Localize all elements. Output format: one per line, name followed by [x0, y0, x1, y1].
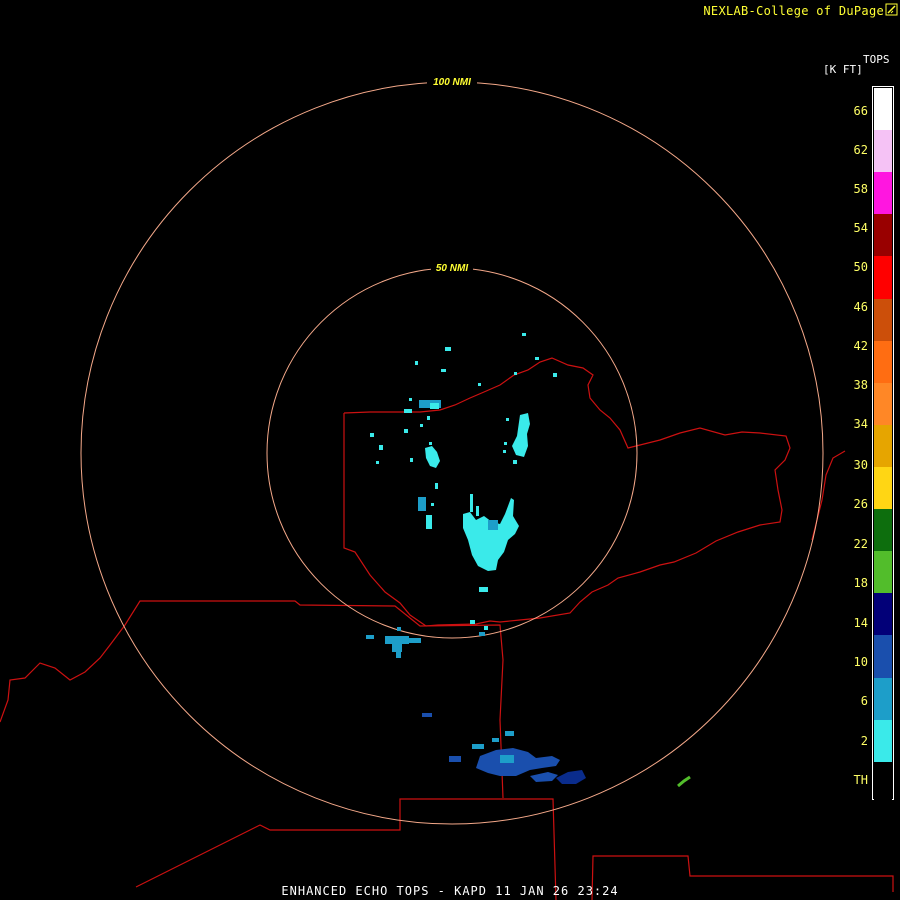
- echo-n-dot-8: [478, 383, 481, 386]
- legend-label-54: 54: [853, 221, 868, 235]
- legend-swatch-46: [874, 298, 892, 341]
- legend-label-22: 22: [853, 537, 868, 551]
- echo-sw-cluster-1: [366, 635, 374, 639]
- echo-nw-dot-7: [379, 445, 383, 450]
- echo-main-streak-2: [476, 506, 479, 516]
- echo-n-dot-7: [553, 373, 557, 377]
- echo-sw-cluster-7: [479, 632, 485, 636]
- legend-units: [K FT]: [823, 63, 863, 76]
- legend-swatch-18: [874, 593, 892, 636]
- legend-label-2: 2: [860, 734, 868, 748]
- echo-sw-cluster-9: [484, 626, 488, 630]
- legend-swatch-22: [874, 551, 892, 594]
- echo-south-dot-a: [422, 713, 432, 717]
- legend-swatch-62: [874, 130, 892, 173]
- legend-label-34: 34: [853, 417, 868, 431]
- legend-label-46: 46: [853, 300, 868, 314]
- echo-south-dot-d: [472, 744, 484, 749]
- echo-south-dot-b: [505, 731, 514, 736]
- legend-label-30: 30: [853, 458, 868, 472]
- legend-label-18: 18: [853, 576, 868, 590]
- legend-label-66: 66: [853, 104, 868, 118]
- echo-center-dot-2: [503, 450, 506, 453]
- echo-n-dot-6: [514, 372, 517, 375]
- echo-n-dot-1: [445, 347, 451, 351]
- legend-swatch-6: [874, 719, 892, 762]
- credit-text: NEXLAB-College of DuPage: [703, 4, 884, 18]
- echo-west-cell: [418, 497, 426, 511]
- echo-south-inner: [500, 755, 514, 763]
- legend-label-6: 6: [860, 694, 868, 708]
- echo-nw-dot-8: [376, 461, 379, 464]
- echo-n-dot-3: [535, 357, 539, 360]
- echo-main-streak: [470, 494, 473, 512]
- echo-nw-dot-9: [410, 458, 413, 462]
- echo-nw-dot-6: [370, 433, 374, 437]
- legend-swatch-26: [874, 509, 892, 552]
- range-label-50-nmi: 50 NMI: [436, 263, 468, 274]
- legend-swatch-10: [874, 677, 892, 720]
- echo-n-dot-2: [522, 333, 526, 336]
- map-background: [0, 0, 900, 900]
- legend-swatch-58: [874, 172, 892, 215]
- legend-swatch-30: [874, 467, 892, 510]
- echo-northeast-dot-2: [504, 442, 507, 445]
- echo-nw-dot-1: [404, 409, 412, 413]
- echo-west-dot: [435, 483, 438, 489]
- legend-label-14: 14: [853, 616, 868, 630]
- echo-south-dot-e: [449, 756, 461, 762]
- legend-label-62: 62: [853, 143, 868, 157]
- legend-swatch-14: [874, 635, 892, 678]
- legend-colorbar: [872, 86, 894, 804]
- echo-n-dot-4: [415, 361, 418, 365]
- echo-south-dot-c: [492, 738, 499, 742]
- range-label-100-nmi: 100 NMI: [433, 77, 471, 88]
- echo-sw-cluster-8: [470, 620, 475, 624]
- echo-nw-dot-2: [409, 398, 412, 401]
- legend-label-38: 38: [853, 378, 868, 392]
- echo-nw-cluster-2: [430, 403, 439, 409]
- product-title: ENHANCED ECHO TOPS - KAPD 11 JAN 26 23:2…: [281, 884, 619, 898]
- echo-main-patch: [488, 520, 498, 530]
- echo-nw-dot-4: [420, 424, 423, 427]
- legend-swatch-54: [874, 214, 892, 257]
- echo-center-dot: [429, 442, 432, 445]
- echo-sw-cluster-2: [385, 636, 409, 644]
- legend-label-10: 10: [853, 655, 868, 669]
- echo-northeast-dot-3: [513, 460, 517, 464]
- echo-n-dot-5: [441, 369, 446, 372]
- echo-sw-cluster-4: [396, 652, 401, 658]
- legend-swatch-42: [874, 340, 892, 383]
- echo-sw-cluster-5: [397, 627, 401, 631]
- echo-nw-dot-3: [427, 416, 430, 420]
- legend-swatch-50: [874, 256, 892, 299]
- legend-title: TOPS: [863, 53, 890, 66]
- legend-swatch-66: [874, 88, 892, 131]
- echo-south-dot: [479, 587, 488, 592]
- echo-sw-cluster-3: [392, 644, 402, 652]
- legend-label-26: 26: [853, 497, 868, 511]
- legend-label-42: 42: [853, 339, 868, 353]
- legend-swatch-2: [874, 761, 892, 804]
- legend-label-th: TH: [853, 773, 868, 787]
- cod-logo-icon: [885, 3, 898, 16]
- legend-label-58: 58: [853, 182, 868, 196]
- echo-west-dot-2: [431, 503, 434, 506]
- echo-nw-dot-5: [404, 429, 408, 433]
- echo-west-cell-2: [426, 515, 432, 529]
- radar-map: 100 NMI 50 NMI: [0, 0, 900, 900]
- echo-sw-cluster-6: [409, 638, 421, 643]
- legend-swatch-34: [874, 424, 892, 467]
- echo-northeast-dot-1: [506, 418, 509, 421]
- legend-label-50: 50: [853, 260, 868, 274]
- legend-swatch-38: [874, 382, 892, 425]
